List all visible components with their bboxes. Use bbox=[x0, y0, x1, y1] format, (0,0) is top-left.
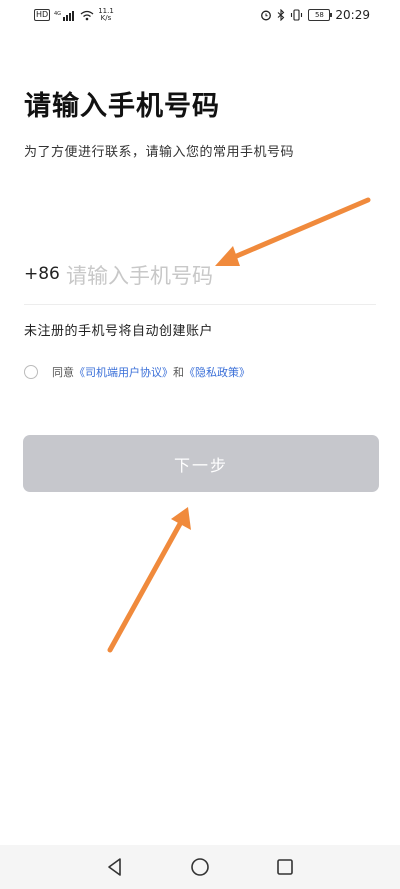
agree-checkbox[interactable] bbox=[24, 365, 38, 379]
agree-prefix: 同意 bbox=[52, 366, 74, 379]
agree-and: 和 bbox=[173, 366, 184, 379]
status-bar: HD 4G 11.1 K/s 58 20:29 bbox=[0, 0, 400, 30]
hd-badge: HD bbox=[34, 9, 51, 21]
battery-icon: 58 bbox=[308, 9, 333, 21]
phone-input-row: +86 bbox=[24, 254, 376, 305]
next-step-button[interactable]: 下一步 bbox=[23, 435, 379, 492]
cellular-signal-icon: 4G bbox=[54, 10, 75, 21]
auto-register-note: 未注册的手机号将自动创建账户 bbox=[24, 324, 214, 339]
clock: 20:29 bbox=[335, 8, 370, 22]
status-left: HD 4G 11.1 K/s bbox=[34, 8, 114, 22]
wifi-icon bbox=[80, 10, 94, 20]
agreement-row: 同意 《司机端用户协议》 和 《隐私政策》 bbox=[24, 364, 250, 380]
status-right: 58 20:29 bbox=[260, 8, 370, 22]
home-icon[interactable] bbox=[189, 856, 211, 878]
user-agreement-link[interactable]: 《司机端用户协议》 bbox=[74, 364, 173, 380]
page-subtitle: 为了方便进行联系，请输入您的常用手机号码 bbox=[24, 145, 295, 160]
system-nav-bar bbox=[0, 845, 400, 889]
privacy-policy-link[interactable]: 《隐私政策》 bbox=[184, 364, 250, 380]
phone-number-input[interactable] bbox=[66, 258, 366, 294]
network-speed: 11.1 K/s bbox=[98, 7, 114, 22]
alarm-icon bbox=[261, 10, 272, 21]
arrow-to-next-button bbox=[107, 507, 191, 653]
recents-icon[interactable] bbox=[274, 856, 296, 878]
page-title: 请输入手机号码 bbox=[24, 91, 220, 122]
bluetooth-icon bbox=[278, 9, 285, 21]
svg-text:4G: 4G bbox=[54, 11, 61, 17]
country-code[interactable]: +86 bbox=[24, 264, 60, 284]
vibrate-icon bbox=[291, 9, 303, 21]
back-icon[interactable] bbox=[104, 856, 126, 878]
